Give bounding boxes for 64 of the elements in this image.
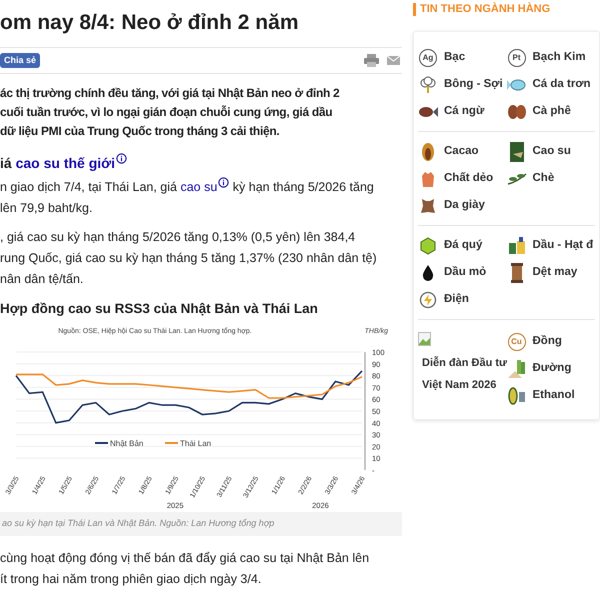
cotton-icon	[419, 76, 437, 94]
sugarcane-icon	[506, 358, 526, 378]
paragraph-line: cùng hoạt động đóng vị thế bán đã đẩy giá cao su tại Nhật Bản lên	[0, 550, 370, 567]
mail-icon[interactable]	[387, 56, 400, 65]
paragraph-text: kỳ hạn tháng 5/2026 tăng	[232, 179, 374, 196]
broken-image-icon	[418, 332, 431, 346]
sidebar-title: TIN THEO NGÀNH HÀNG	[420, 1, 550, 17]
title-accent-bar	[413, 2, 416, 16]
fish-icon	[506, 78, 526, 92]
legend-label: Thái Lan	[180, 439, 212, 448]
leaf-icon	[506, 172, 526, 186]
category-link[interactable]: Đá quý	[444, 236, 482, 254]
chart-heading: Hợp đồng cao su RSS3 của Nhật Bản và Thái Lan	[0, 300, 319, 318]
paragraph-line: , giá cao su kỳ hạn tháng 5/2026 tăng 0,13% (0,5 yên) lên 384,4	[0, 229, 356, 246]
category-link[interactable]: Cá da trơn	[532, 76, 591, 94]
legend-item: Thái Lan	[165, 439, 212, 448]
coffee-beans-icon	[506, 104, 526, 120]
category-link[interactable]: Đồng	[532, 332, 562, 350]
gem-icon	[420, 236, 436, 254]
lightning-icon	[419, 290, 437, 308]
paragraph-line: nân dân tệ/tấn.	[0, 271, 84, 288]
category-link[interactable]: Chất dẻo	[444, 170, 494, 188]
legend-item: Nhật Bản	[95, 439, 144, 448]
category-link[interactable]: Đường	[532, 360, 572, 378]
share-button[interactable]: Chia sẻ	[0, 53, 40, 68]
inline-link[interactable]: cao su	[180, 177, 218, 198]
element-symbol-icon: Cu	[508, 332, 526, 350]
chart-caption: ao su kỳ hạn tại Thái Lan và Nhật Bản. Nguồn: Lan Hương tổng hợp	[0, 512, 402, 536]
element-symbol-icon: Pt	[508, 48, 526, 66]
paragraph-text: n giao dịch 7/4, tại Thái Lan, giá	[0, 179, 178, 196]
fish-icon	[418, 104, 438, 118]
legend-label: Nhật Bản	[110, 439, 144, 448]
category-link[interactable]: Bông - Sợi	[444, 76, 503, 94]
paragraph-line: rung Quốc, giá cao su kỳ hạn tháng 5 tăng 1,37% (230 nhân dân tệ)	[0, 250, 378, 267]
category-link[interactable]: Dầu - Hạt đ	[532, 236, 594, 254]
element-symbol-icon: Ag	[419, 48, 437, 66]
paragraph-text: lên 79,9 baht/kg.	[0, 200, 92, 217]
thread-spool-icon	[510, 262, 524, 282]
category-link[interactable]: Dầu mỏ	[444, 264, 486, 282]
oil-bottles-icon	[506, 236, 526, 254]
lead-text-line: cuối tuần trước, vì lo ngại gián đoạn chuỗi cung ứng, giá dầu	[0, 104, 334, 121]
printer-icon[interactable]	[364, 54, 379, 67]
rubber-tree-icon	[508, 142, 524, 162]
lead-text-line: ác thị trường chính đều tăng, với giá tại Nhật Bản neo ở đỉnh 2	[0, 85, 340, 102]
category-link[interactable]: Da giày	[444, 196, 485, 214]
promo-link[interactable]: Diễn đàn Đầu tư Việt Nam 2026	[418, 352, 518, 396]
leather-hide-icon	[420, 196, 436, 214]
category-link[interactable]: Cacao	[444, 142, 479, 160]
lead-text-line: dữ liệu PMI của Trung Quốc trong tháng 3 cải thiện.	[0, 123, 280, 140]
category-link[interactable]: Bạc	[444, 48, 466, 66]
section-heading: iá	[0, 154, 13, 173]
oil-drop-icon	[421, 264, 435, 282]
category-link[interactable]: Điện	[444, 290, 469, 308]
category-link[interactable]: Cao su	[532, 142, 571, 160]
category-link[interactable]: Ethanol	[532, 386, 575, 404]
category-link[interactable]: Dệt may	[532, 264, 578, 282]
category-link[interactable]: Chè	[532, 170, 554, 188]
cocoa-pod-icon	[420, 142, 436, 162]
category-link[interactable]: Bạch Kim	[532, 48, 586, 66]
article-title: om nay 8/4: Neo ở đỉnh 2 năm	[0, 10, 300, 36]
category-link[interactable]: Cá ngừ	[444, 102, 484, 120]
category-link[interactable]: Cà phê	[532, 102, 571, 120]
paragraph-line: ít trong hai năm trong phiên giao dịch ngày 3/4.	[0, 570, 262, 588]
heading-link[interactable]: cao su thế giới	[16, 153, 115, 173]
